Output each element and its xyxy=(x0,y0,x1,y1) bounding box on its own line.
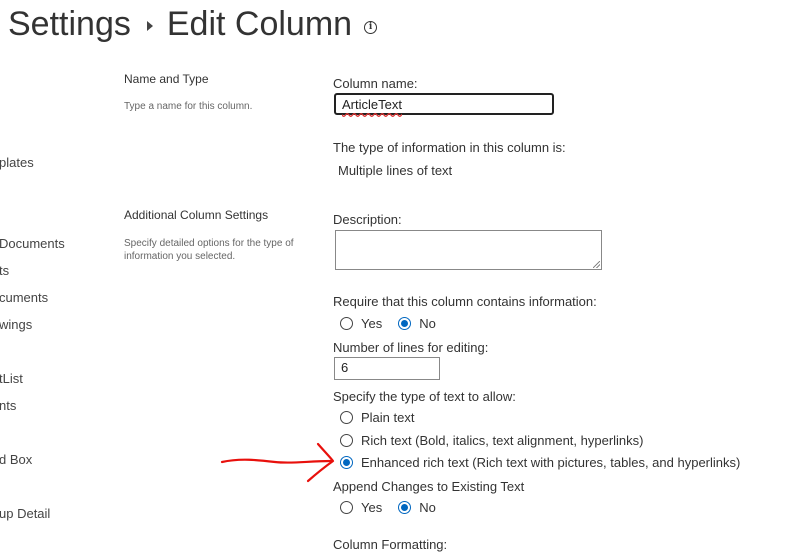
text-type-enhanced-row[interactable]: Enhanced rich text (Rich text with pictu… xyxy=(340,455,740,470)
section-desc-name-type: Type a name for this column. xyxy=(124,101,253,112)
section-desc-additional: Specify detailed options for the type of… xyxy=(124,238,294,262)
append-radio-group: Yes No xyxy=(340,500,436,515)
nav-item-documents[interactable]: Documents xyxy=(0,236,65,251)
lines-input[interactable]: 6 xyxy=(334,357,440,380)
resize-grip-icon[interactable] xyxy=(593,261,600,268)
text-type-rich-row[interactable]: Rich text (Bold, italics, text alignment… xyxy=(340,433,644,448)
text-type-plain-radio[interactable] xyxy=(340,411,353,424)
require-radio-group: Yes No xyxy=(340,316,436,331)
section-title-additional: Additional Column Settings xyxy=(124,208,269,222)
section-title-name-type: Name and Type xyxy=(124,72,209,86)
breadcrumb-settings-link[interactable]: Settings xyxy=(8,0,131,48)
description-label: Description: xyxy=(333,212,402,227)
text-type-plain-label[interactable]: Plain text xyxy=(361,410,414,425)
append-yes-label[interactable]: Yes xyxy=(361,500,382,515)
require-yes-radio[interactable] xyxy=(340,317,353,330)
breadcrumb-separator-icon xyxy=(146,21,153,31)
require-yes-label[interactable]: Yes xyxy=(361,316,382,331)
nav-item-events[interactable]: nts xyxy=(0,398,16,413)
text-type-enhanced-label[interactable]: Enhanced rich text (Rich text with pictu… xyxy=(361,455,740,470)
text-type-label: Specify the type of text to allow: xyxy=(333,389,516,404)
page-title: Edit Column xyxy=(166,5,353,43)
nav-item-cuments[interactable]: cuments xyxy=(0,290,48,305)
text-type-enhanced-radio[interactable] xyxy=(340,456,353,469)
column-name-input[interactable]: ArticleText xyxy=(334,93,554,115)
require-no-radio[interactable] xyxy=(398,317,412,330)
column-formatting-label: Column Formatting: xyxy=(333,537,448,552)
column-name-value: ArticleText xyxy=(342,97,402,112)
require-no-label[interactable]: No xyxy=(419,316,436,331)
nav-item-templates[interactable]: plates xyxy=(0,155,34,170)
append-no-label[interactable]: No xyxy=(419,500,436,515)
description-textarea[interactable] xyxy=(335,230,602,270)
append-no-radio[interactable] xyxy=(398,501,412,514)
text-type-plain-row[interactable]: Plain text xyxy=(340,410,414,425)
append-label: Append Changes to Existing Text xyxy=(333,479,525,494)
page-header: Settings Edit Column i xyxy=(8,0,378,48)
column-name-label: Column name: xyxy=(333,76,418,91)
text-type-rich-radio[interactable] xyxy=(340,434,353,447)
append-yes-radio[interactable] xyxy=(340,501,353,514)
info-icon[interactable]: i xyxy=(364,20,378,34)
nav-item-group-detail[interactable]: up Detail xyxy=(0,506,50,521)
text-type-rich-label[interactable]: Rich text (Bold, italics, text alignment… xyxy=(361,433,644,448)
type-info-label: The type of information in this column i… xyxy=(333,140,566,155)
nav-item-box[interactable]: d Box xyxy=(0,452,32,467)
require-label: Require that this column contains inform… xyxy=(333,294,597,309)
lines-label: Number of lines for editing: xyxy=(333,340,489,355)
type-info-value: Multiple lines of text xyxy=(338,163,453,178)
nav-item-tasklist[interactable]: tList xyxy=(0,371,23,386)
nav-item-lists[interactable]: ts xyxy=(0,263,9,278)
nav-item-drawings[interactable]: wings xyxy=(0,317,32,332)
lines-value: 6 xyxy=(341,360,349,375)
